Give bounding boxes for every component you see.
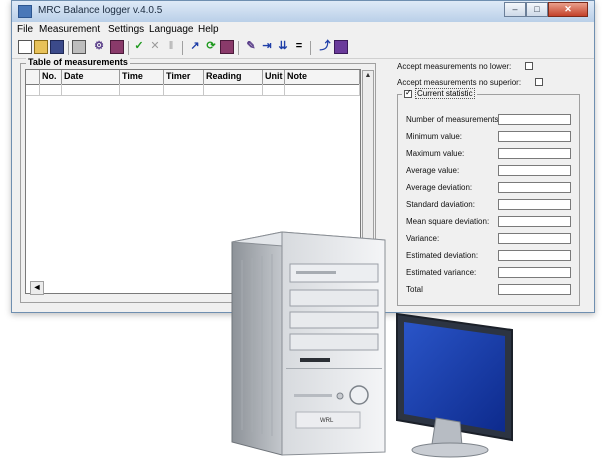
column-header-no[interactable]: No.	[40, 70, 62, 84]
arrow-down-icon[interactable]: ⇊	[276, 40, 290, 54]
menu-settings[interactable]: Settings	[108, 24, 144, 35]
cell-timer	[164, 84, 204, 95]
app-icon	[18, 5, 32, 18]
stat-total-field	[498, 284, 571, 295]
no-superior-label: Accept measurements no superior:	[397, 78, 522, 87]
check-icon[interactable]: ✓	[132, 40, 146, 54]
cell-unit	[263, 84, 285, 95]
stat-label: Variance:	[406, 234, 440, 243]
statistic-header[interactable]: Current statistic	[402, 88, 477, 99]
row-selector-header	[26, 70, 40, 84]
column-header-note[interactable]: Note	[285, 70, 360, 84]
stat-number-of-measurements-field	[498, 114, 571, 125]
close-button[interactable]: ✕	[548, 2, 588, 17]
column-header-unit[interactable]: Unit	[263, 70, 285, 84]
no-lower-label: Accept measurements no lower:	[397, 62, 512, 71]
toolbar-separator	[182, 41, 183, 55]
column-header-time[interactable]: Time	[120, 70, 164, 84]
stat-estimated-deviation-field	[498, 250, 571, 261]
scroll-left-icon[interactable]: ◄	[30, 281, 44, 295]
arrow-right-icon[interactable]: ⇥	[260, 40, 274, 54]
measurements-table[interactable]: No. Date Time Timer Reading Unit Note ▲ …	[25, 69, 374, 295]
new-document-icon[interactable]	[18, 40, 32, 54]
minimize-button[interactable]: –	[504, 2, 526, 17]
stat-label: Estimated deviation:	[406, 251, 479, 260]
table-row[interactable]	[26, 84, 360, 96]
stat-label: Mean square deviation:	[406, 217, 490, 226]
stat-label: Standard daviation:	[406, 200, 475, 209]
window-title: MRC Balance logger v.4.0.5	[38, 5, 163, 16]
title-bar[interactable]: MRC Balance logger v.4.0.5 – □ ✕	[12, 1, 594, 23]
stat-average-field	[498, 165, 571, 176]
book-icon[interactable]	[110, 40, 124, 54]
vertical-scrollbar[interactable]: ▲	[362, 70, 374, 293]
stat-estimated-variance-field	[498, 267, 571, 278]
book-icon[interactable]	[334, 40, 348, 54]
cell-note	[285, 84, 360, 95]
statistic-group: Current statistic Number of measurements…	[397, 88, 580, 306]
print-icon[interactable]	[72, 40, 86, 54]
equals-icon[interactable]: =	[292, 40, 306, 54]
stat-minimum-field	[498, 131, 571, 142]
column-header-reading[interactable]: Reading	[204, 70, 263, 84]
scroll-up-icon[interactable]: ▲	[363, 71, 373, 81]
toolbar-separator	[238, 41, 239, 55]
cell-no	[40, 84, 62, 95]
stat-variance-field	[498, 233, 571, 244]
stat-average-deviation-field	[498, 182, 571, 193]
stat-label: Number of measurements:	[406, 115, 501, 124]
menu-file[interactable]: File	[17, 24, 33, 35]
window-controls: – □ ✕	[504, 2, 588, 19]
stat-label: Maximum value:	[406, 149, 465, 158]
toolbar: ⚙ ✓ ✕ ‖ ↗ ⟳ ✎ ⇥ ⇊ = ⤴	[12, 38, 594, 59]
save-disk-icon[interactable]	[50, 40, 64, 54]
cancel-icon[interactable]: ✕	[148, 40, 162, 54]
menu-help[interactable]: Help	[198, 24, 219, 35]
toolbar-separator	[310, 41, 311, 55]
cell-date	[62, 84, 120, 95]
open-folder-icon[interactable]	[34, 40, 48, 54]
statistics-panel: Accept measurements no lower: Accept mea…	[397, 58, 582, 308]
stat-maximum-field	[498, 148, 571, 159]
stat-standard-deviation-field	[498, 199, 571, 210]
sign-icon[interactable]: ↗	[188, 40, 202, 54]
stat-label: Minimum value:	[406, 132, 463, 141]
table-title: Table of measurements	[26, 57, 130, 67]
current-statistic-checkbox[interactable]	[404, 88, 412, 98]
cell-time	[120, 84, 164, 95]
pause-icon[interactable]: ‖	[164, 40, 178, 54]
row-selector	[26, 84, 40, 95]
stat-mean-square-field	[498, 216, 571, 227]
tool-icon[interactable]: ✎	[244, 40, 258, 54]
pc-brand-label: WRL	[320, 418, 334, 424]
stat-label: Average value:	[406, 166, 460, 175]
column-header-date[interactable]: Date	[62, 70, 120, 84]
tool-icon[interactable]: ⚙	[92, 40, 106, 54]
toolbar-separator	[128, 41, 129, 55]
maximize-button[interactable]: □	[526, 2, 548, 17]
book-icon[interactable]	[220, 40, 234, 54]
current-statistic-label: Current statistic	[415, 88, 475, 99]
table-header: No. Date Time Timer Reading Unit Note	[26, 70, 360, 85]
stat-label: Estimated variance:	[406, 268, 477, 277]
export-icon[interactable]: ⤴	[318, 40, 332, 54]
stat-label: Average deviation:	[406, 183, 473, 192]
monitor	[396, 312, 513, 458]
cell-reading	[204, 84, 263, 95]
menu-measurement[interactable]: Measurement	[39, 24, 100, 35]
toolbar-separator	[68, 41, 69, 55]
table-group: Table of measurements No. Date Time Time…	[20, 57, 376, 303]
menu-bar: File Measurement Settings Language Help	[12, 22, 594, 37]
stat-label: Total	[406, 285, 423, 294]
refresh-icon[interactable]: ⟳	[204, 40, 218, 54]
menu-language[interactable]: Language	[149, 24, 194, 35]
column-header-timer[interactable]: Timer	[164, 70, 204, 84]
no-superior-checkbox[interactable]	[535, 78, 543, 86]
no-lower-checkbox[interactable]	[525, 62, 533, 70]
